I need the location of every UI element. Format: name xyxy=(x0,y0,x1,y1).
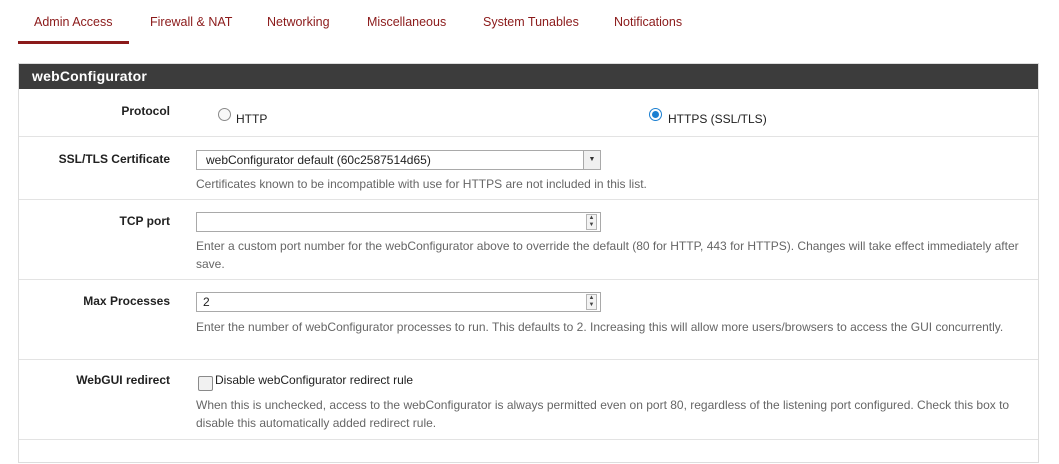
next-row xyxy=(19,439,1038,464)
tab-miscellaneous[interactable]: Miscellaneous xyxy=(351,0,462,44)
triangle-down-icon[interactable]: ▼ xyxy=(589,302,595,308)
number-spinner[interactable]: ▲ ▼ xyxy=(586,214,597,230)
max-processes-input[interactable]: 2 ▲ ▼ xyxy=(196,292,601,312)
webgui-redirect-row: WebGUI redirect Disable webConfigurator … xyxy=(19,359,1038,439)
tcp-port-help: Enter a custom port number for the webCo… xyxy=(196,239,1019,271)
tab-firewall-nat[interactable]: Firewall & NAT xyxy=(134,0,248,44)
certificate-selected-value: webConfigurator default (60c2587514d65) xyxy=(206,153,431,167)
tab-label: Admin Access xyxy=(34,15,113,29)
triangle-down-icon: ▼ xyxy=(583,151,600,169)
triangle-up-icon[interactable]: ▲ xyxy=(589,295,595,301)
certificate-row: SSL/TLS Certificate webConfigurator defa… xyxy=(19,136,1038,199)
triangle-down-icon[interactable]: ▼ xyxy=(589,222,595,228)
disable-redirect-checkbox-label[interactable]: Disable webConfigurator redirect rule xyxy=(215,373,413,387)
tab-system-tunables[interactable]: System Tunables xyxy=(467,0,595,44)
tab-label: System Tunables xyxy=(483,15,579,29)
https-radio-label[interactable]: HTTPS (SSL/TLS) xyxy=(668,112,767,126)
max-processes-value: 2 xyxy=(203,295,210,309)
max-processes-row: Max Processes 2 ▲ ▼ Enter the number of w… xyxy=(19,279,1038,359)
tab-label: Firewall & NAT xyxy=(150,15,233,29)
protocol-label: Protocol xyxy=(121,104,170,118)
tcp-port-label: TCP port xyxy=(119,214,170,228)
tab-admin-access[interactable]: Admin Access xyxy=(18,0,129,44)
certificate-help: Certificates known to be incompatible wi… xyxy=(196,177,647,191)
max-processes-help: Enter the number of webConfigurator proc… xyxy=(196,320,1004,334)
tab-bar: Admin Access Firewall & NAT Networking M… xyxy=(18,0,1059,44)
tab-label: Networking xyxy=(267,15,330,29)
http-radio-label[interactable]: HTTP xyxy=(236,112,267,126)
webgui-redirect-help: When this is unchecked, access to the we… xyxy=(196,398,1010,430)
https-radio[interactable] xyxy=(649,108,662,121)
triangle-up-icon[interactable]: ▲ xyxy=(589,215,595,221)
max-processes-label: Max Processes xyxy=(83,294,170,308)
tab-networking[interactable]: Networking xyxy=(251,0,346,44)
webconfigurator-panel: webConfigurator Protocol HTTP HTTPS (SSL… xyxy=(18,63,1039,463)
protocol-row: Protocol HTTP HTTPS (SSL/TLS) xyxy=(19,89,1038,136)
certificate-select[interactable]: webConfigurator default (60c2587514d65) … xyxy=(196,150,601,170)
webgui-redirect-label: WebGUI redirect xyxy=(76,373,170,387)
panel-title: webConfigurator xyxy=(19,64,1038,89)
tab-label: Miscellaneous xyxy=(367,15,447,29)
tab-label: Notifications xyxy=(614,15,683,29)
number-spinner[interactable]: ▲ ▼ xyxy=(586,294,597,310)
disable-redirect-checkbox[interactable] xyxy=(198,376,213,391)
tab-notifications[interactable]: Notifications xyxy=(598,0,698,44)
tcp-port-input[interactable]: ▲ ▼ xyxy=(196,212,601,232)
certificate-label: SSL/TLS Certificate xyxy=(58,152,170,166)
http-radio[interactable] xyxy=(218,108,231,121)
tcp-port-row: TCP port ▲ ▼ Enter a custom port number f… xyxy=(19,199,1038,279)
